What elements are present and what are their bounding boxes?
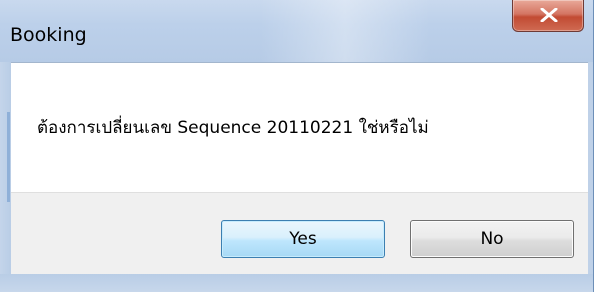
- left-frame: [0, 62, 11, 274]
- title-bar[interactable]: Booking: [0, 0, 593, 62]
- left-frame-accent: [7, 112, 10, 202]
- right-frame: [588, 62, 593, 274]
- bottom-frame: [0, 274, 593, 292]
- booking-dialog: Booking ต้องการเปลี่ยนเลข Sequence 20110…: [0, 0, 594, 292]
- message-area: ต้องการเปลี่ยนเลข Sequence 20110221 ใช่ห…: [11, 62, 588, 193]
- close-button[interactable]: [512, 0, 584, 32]
- title-bar-sheen: [260, 0, 430, 62]
- close-icon: [540, 8, 558, 22]
- no-button[interactable]: No: [410, 220, 574, 258]
- window-title: Booking: [10, 24, 87, 46]
- yes-button[interactable]: Yes: [221, 220, 385, 258]
- message-text: ต้องการเปลี่ยนเลข Sequence 20110221 ใช่ห…: [37, 118, 429, 138]
